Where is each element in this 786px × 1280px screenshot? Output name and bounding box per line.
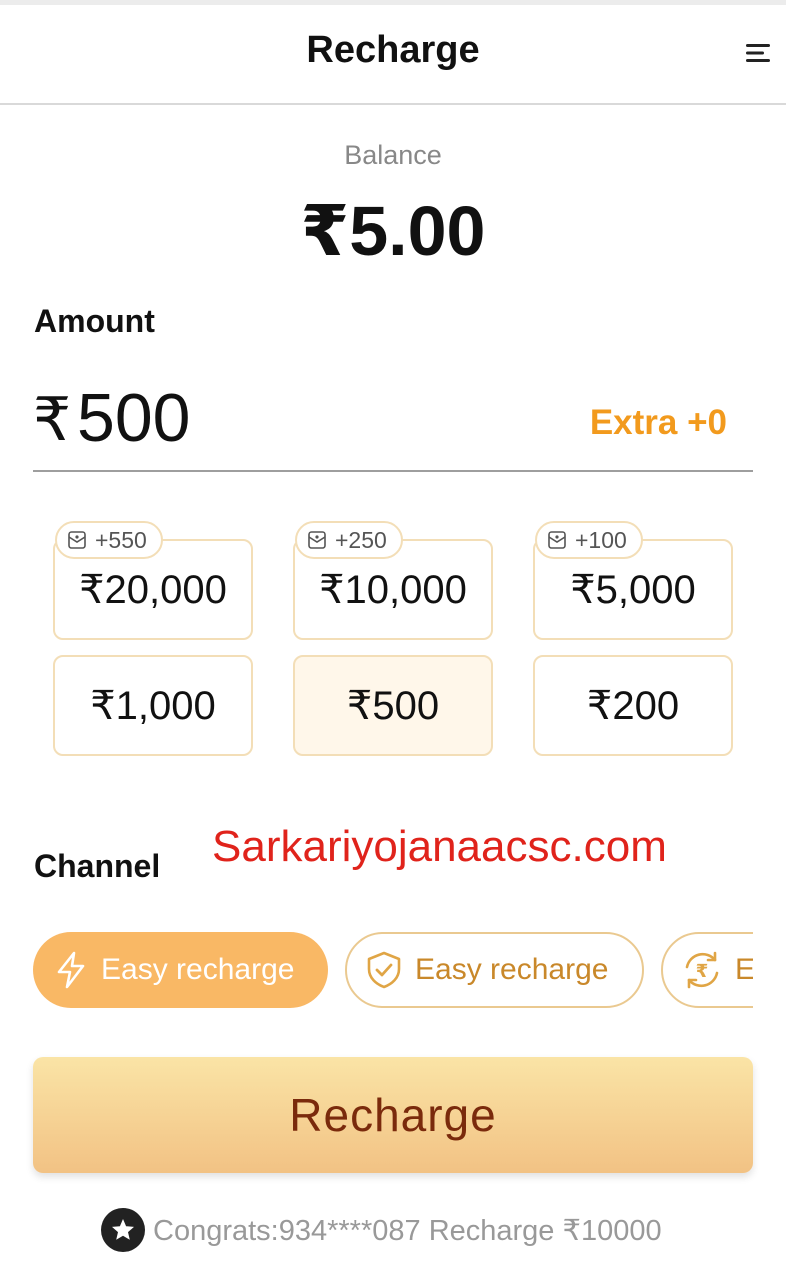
channel-option-3[interactable]: ₹ E: [661, 932, 753, 1008]
gift-envelope-icon: [308, 531, 326, 549]
congrats-text: Congrats:934****087 Recharge ₹10000: [153, 1214, 662, 1247]
amount-option-500[interactable]: ₹500: [293, 655, 493, 756]
amount-option-200[interactable]: ₹200: [533, 655, 733, 756]
bonus-badge: +550: [55, 521, 163, 559]
bonus-badge: +250: [295, 521, 403, 559]
channel-option-easy-recharge-1[interactable]: Easy recharge: [33, 932, 328, 1008]
amount-option-10000[interactable]: +250 ₹10,000: [293, 521, 493, 640]
amount-option-label: ₹5,000: [570, 567, 696, 612]
amount-option-label: ₹10,000: [319, 567, 467, 612]
channel-label: Channel: [34, 848, 161, 884]
channel-option-easy-recharge-2[interactable]: Easy recharge: [345, 932, 644, 1008]
bonus-amount: +250: [335, 526, 387, 553]
amount-option-label: ₹200: [586, 683, 680, 728]
channel-option-label: Easy recharge: [415, 953, 609, 986]
bonus-amount: +100: [575, 526, 627, 553]
watermark-text: Sarkariyojanaacsc.com: [212, 822, 667, 871]
currency-symbol: ₹: [33, 386, 72, 453]
amount-option-label: ₹1,000: [90, 683, 216, 728]
page-title: Recharge: [306, 29, 480, 71]
amount-input-row: ₹ Extra +0: [33, 370, 753, 472]
amount-option-1000[interactable]: ₹1,000: [53, 655, 253, 756]
header-bar: Recharge: [0, 5, 786, 105]
lightning-icon: [57, 951, 85, 989]
star-badge-icon: [101, 1208, 145, 1252]
amount-input[interactable]: [77, 378, 497, 458]
congrats-ticker: Congrats:934****087 Recharge ₹10000: [101, 1206, 662, 1254]
amount-option-5000[interactable]: +100 ₹5,000: [533, 521, 733, 640]
shield-check-icon: [367, 951, 401, 989]
gift-envelope-icon: [548, 531, 566, 549]
balance-value: ₹5.00: [300, 192, 486, 270]
hamburger-menu-icon[interactable]: [744, 39, 772, 67]
amount-option-20000[interactable]: +550 ₹20,000: [53, 521, 253, 640]
channel-options[interactable]: Easy recharge Easy recharge ₹ E: [33, 930, 753, 1015]
amount-option-label: ₹20,000: [79, 567, 227, 612]
bonus-badge: +100: [535, 521, 643, 559]
rupee-refresh-icon: ₹: [685, 951, 719, 989]
amount-label: Amount: [34, 303, 155, 339]
svg-text:₹: ₹: [696, 961, 709, 982]
amount-option-label: ₹500: [346, 683, 440, 728]
recharge-button[interactable]: Recharge: [33, 1057, 753, 1173]
channel-option-label: Easy recharge: [101, 953, 295, 986]
bonus-amount: +550: [95, 526, 147, 553]
balance-label: Balance: [344, 140, 442, 170]
channel-option-label: E: [735, 953, 753, 986]
extra-bonus-text: Extra +0: [589, 403, 727, 442]
gift-envelope-icon: [68, 531, 86, 549]
